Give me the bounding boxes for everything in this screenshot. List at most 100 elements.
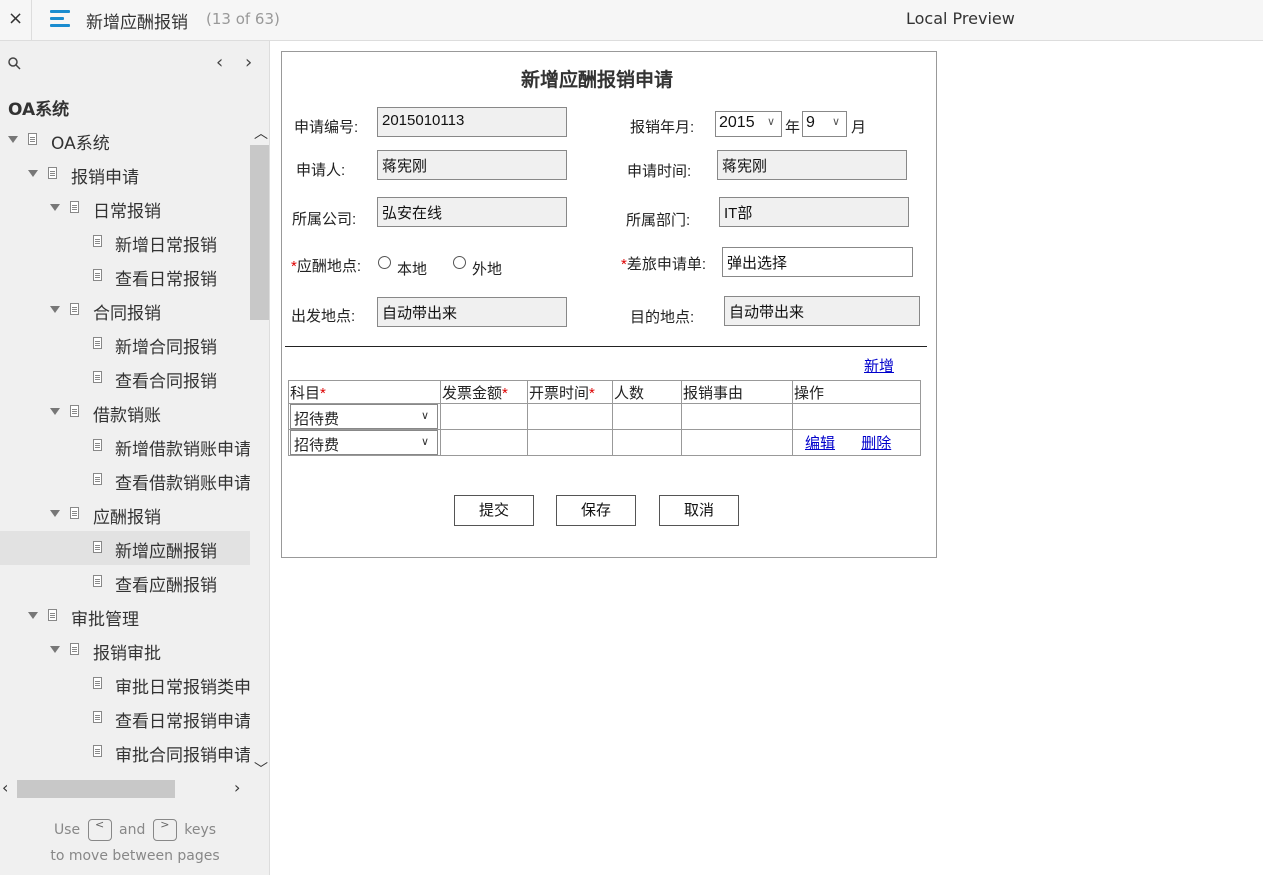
save-button[interactable]: 保存 — [556, 495, 636, 526]
tree-item-label: OA系统 — [51, 134, 110, 154]
page-title: 新增应酬报销 — [86, 13, 188, 33]
scroll-right-icon[interactable]: › — [234, 778, 240, 797]
applicant-label: 申请人: — [296, 162, 346, 179]
tree-item[interactable]: 审批管理 — [0, 599, 250, 633]
reason-cell[interactable] — [681, 429, 793, 456]
invoice-time-cell[interactable] — [527, 403, 613, 430]
scroll-down-icon[interactable]: ﹀ — [254, 759, 268, 779]
scroll-left-icon[interactable]: ‹ — [2, 778, 8, 797]
tree-item-label: 应酬报销 — [93, 508, 161, 528]
tree-item-label: 审批管理 — [71, 610, 139, 630]
year-unit: 年 — [785, 119, 801, 136]
tree-item[interactable]: 新增合同报销 — [0, 327, 250, 361]
expand-arrow-icon[interactable] — [8, 136, 18, 143]
remote-radio[interactable] — [453, 256, 466, 269]
document-icon — [70, 405, 79, 417]
local-radio[interactable] — [378, 256, 391, 269]
apply-time-field[interactable]: 蒋宪刚 — [717, 150, 907, 180]
tree-item[interactable]: 借款销账 — [0, 395, 250, 429]
expand-arrow-icon[interactable] — [28, 170, 38, 177]
close-button[interactable]: × — [0, 0, 32, 41]
tree-item[interactable]: 新增日常报销 — [0, 225, 250, 259]
people-cell[interactable] — [612, 429, 682, 456]
cancel-button[interactable]: 取消 — [659, 495, 739, 526]
expand-arrow-icon[interactable] — [50, 306, 60, 313]
tree-item[interactable]: 查看日常报销 — [0, 259, 250, 293]
document-icon — [70, 303, 79, 315]
invoice-time-cell[interactable] — [527, 429, 613, 456]
delete-link[interactable]: 删除 — [861, 435, 891, 452]
submit-button[interactable]: 提交 — [454, 495, 534, 526]
preview-label: Local Preview — [906, 9, 1015, 28]
table-header: 科目* — [288, 380, 441, 404]
company-field[interactable]: 弘安在线 — [377, 197, 567, 227]
hint-text: and — [119, 822, 146, 838]
dept-field[interactable]: IT部 — [719, 197, 909, 227]
document-icon — [93, 439, 102, 451]
tree-item[interactable]: 查看借款销账申请 — [0, 463, 250, 497]
expand-arrow-icon[interactable] — [50, 408, 60, 415]
tree-item[interactable]: 报销审批 — [0, 633, 250, 667]
header-action: 操作 — [794, 384, 825, 402]
tree-item[interactable]: 新增应酬报销 — [0, 531, 250, 565]
apply-no-field[interactable]: 2015010113 — [377, 107, 567, 137]
travel-select-field[interactable]: 弹出选择 — [722, 247, 913, 277]
month-select[interactable]: 9 ∨ — [802, 111, 847, 137]
document-icon — [93, 473, 102, 485]
tree-item-label: 审批合同报销申请 — [115, 746, 250, 766]
tree-item[interactable]: 查看合同报销 — [0, 361, 250, 395]
from-field[interactable]: 自动带出来 — [377, 297, 567, 327]
header-invoice-time: 开票时间 — [529, 384, 590, 402]
from-label: 出发地点: — [291, 308, 356, 325]
scrollbar-thumb[interactable] — [17, 780, 175, 798]
vertical-scrollbar[interactable]: ︿ ﹀ — [250, 123, 269, 779]
right-key-icon: > — [152, 819, 177, 841]
tree-item-label: 查看日常报销 — [115, 270, 217, 290]
reason-cell[interactable] — [681, 403, 793, 430]
tree-item[interactable]: 报销申请 — [0, 157, 250, 191]
edit-link[interactable]: 编辑 — [805, 435, 835, 452]
subject-select[interactable]: 招待费 ∨ — [290, 404, 438, 429]
amount-cell[interactable] — [440, 403, 528, 430]
add-row-link[interactable]: 新增 — [864, 355, 894, 376]
tree-item[interactable]: OA系统 — [0, 123, 250, 157]
subject-value: 招待费 — [294, 411, 340, 428]
expand-arrow-icon[interactable] — [50, 204, 60, 211]
expand-arrow-icon[interactable] — [50, 510, 60, 517]
expense-table: 科目* 发票金额* 开票时间* 人数 报销事由 操作 招待费 ∨ 招待费 ∨ 编辑 … — [288, 380, 921, 456]
menu-icon[interactable] — [50, 9, 70, 29]
table-cell: 招待费 ∨ — [288, 429, 441, 456]
expand-arrow-icon[interactable] — [50, 646, 60, 653]
tree-item[interactable]: 审批合同报销申请 — [0, 735, 250, 769]
chevron-down-icon: ∨ — [766, 116, 775, 128]
apply-time-label: 申请时间: — [627, 163, 692, 180]
subject-select[interactable]: 招待费 ∨ — [290, 430, 438, 455]
tree-item-label: 查看合同报销 — [115, 372, 217, 392]
tree-item[interactable]: 应酬报销 — [0, 497, 250, 531]
search-icon[interactable] — [7, 56, 23, 72]
action-cell — [792, 403, 921, 430]
expand-arrow-icon[interactable] — [28, 612, 38, 619]
dept-label: 所属部门: — [626, 212, 691, 229]
tree-item[interactable]: 查看日常报销申请 — [0, 701, 250, 735]
tree-item-label: 日常报销 — [93, 202, 161, 222]
year-select[interactable]: 2015 ∨ — [715, 111, 782, 137]
amount-cell[interactable] — [440, 429, 528, 456]
horizontal-scrollbar[interactable]: ‹ › — [0, 778, 250, 798]
tree-item[interactable]: 查看合报销申请 — [0, 769, 250, 778]
scroll-up-icon[interactable]: ︿ — [254, 123, 268, 143]
tree-item[interactable]: 审批日常报销类申 — [0, 667, 250, 701]
applicant-field[interactable]: 蒋宪刚 — [377, 150, 567, 180]
next-page-icon[interactable]: › — [245, 52, 252, 73]
to-field[interactable]: 自动带出来 — [724, 296, 920, 326]
tree-item[interactable]: 新增借款销账申请 — [0, 429, 250, 463]
year-value: 2015 — [719, 114, 755, 131]
tree-item[interactable]: 合同报销 — [0, 293, 250, 327]
tree-item[interactable]: 查看应酬报销 — [0, 565, 250, 599]
action-cell: 编辑 删除 — [792, 429, 921, 456]
table-header: 报销事由 — [681, 380, 793, 404]
tree-item[interactable]: 日常报销 — [0, 191, 250, 225]
prev-page-icon[interactable]: ‹ — [216, 52, 223, 73]
people-cell[interactable] — [612, 403, 682, 430]
scrollbar-thumb[interactable] — [250, 145, 269, 320]
